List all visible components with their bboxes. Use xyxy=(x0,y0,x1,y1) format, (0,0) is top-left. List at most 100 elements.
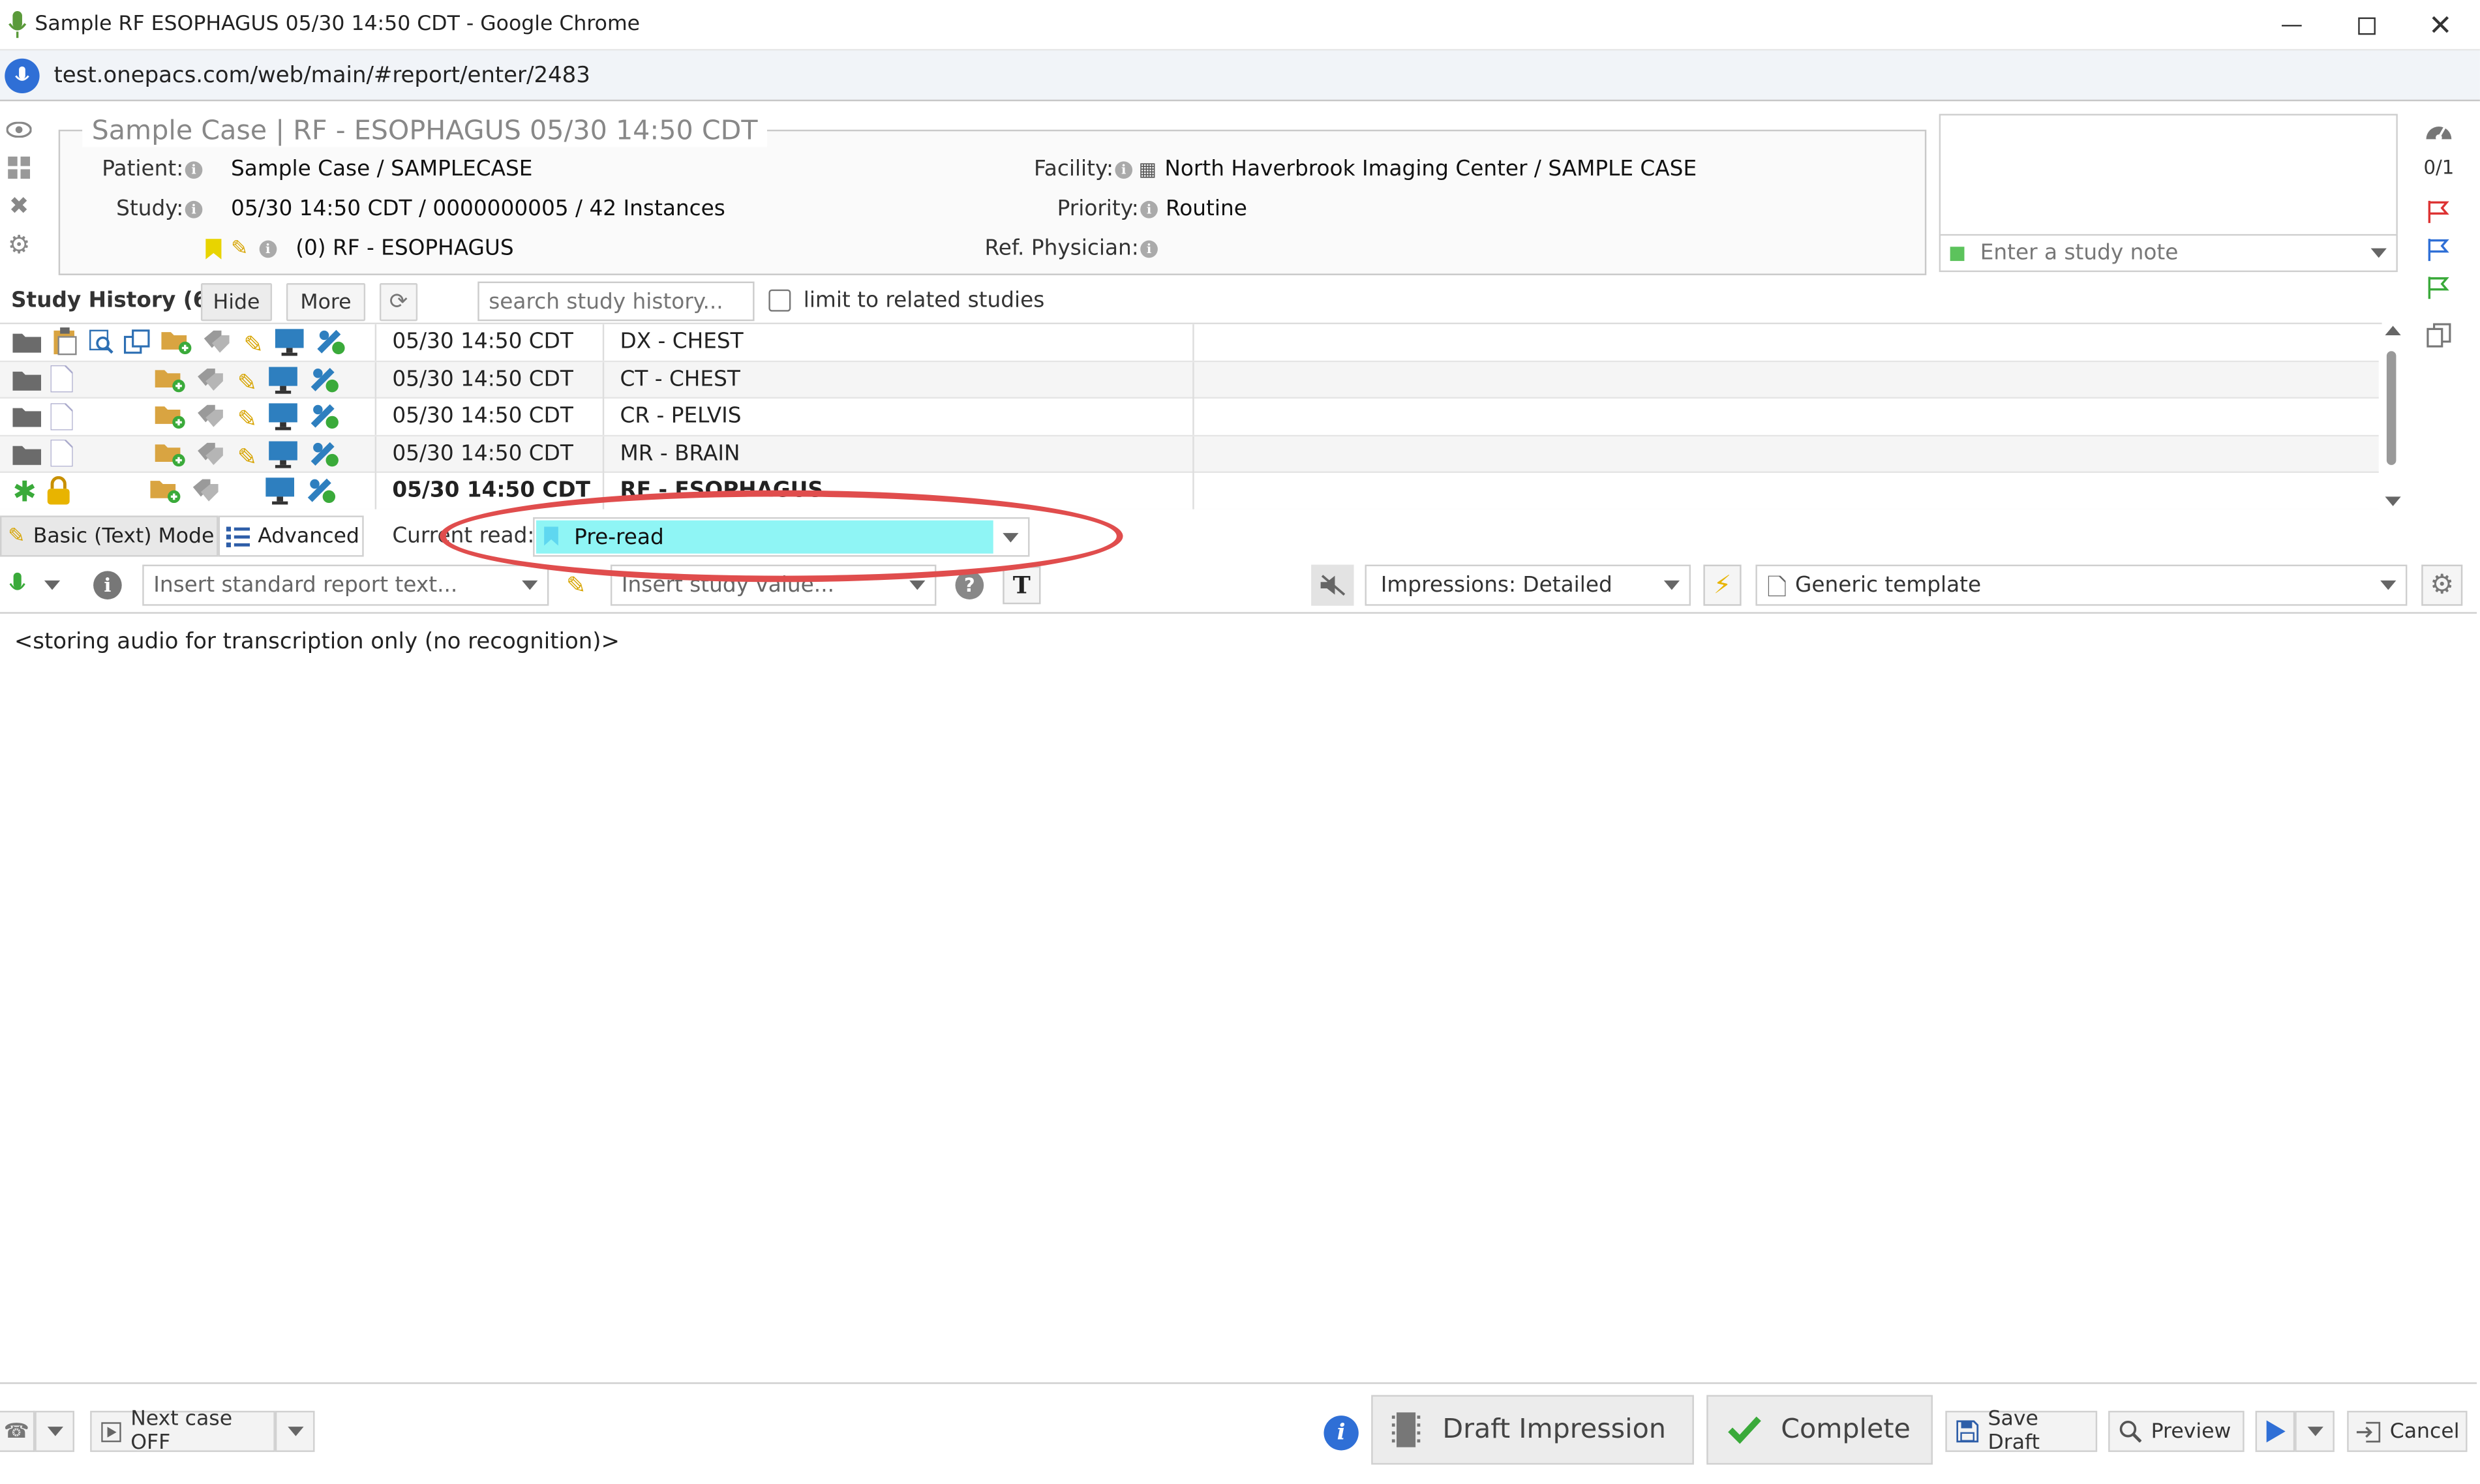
monitor-icon[interactable] xyxy=(267,402,298,436)
monitor-icon[interactable] xyxy=(267,365,298,399)
close-icon[interactable]: ✖ xyxy=(0,187,38,224)
report-search-icon[interactable] xyxy=(89,329,114,360)
report-editor[interactable]: <storing audio for transcription only (n… xyxy=(0,612,2477,1384)
url-text[interactable]: test.onepacs.com/web/main/#report/enter/… xyxy=(53,63,590,89)
study-note-input[interactable]: Enter a study note xyxy=(1939,234,2398,273)
mic-icon[interactable] xyxy=(9,572,25,604)
tag-icon[interactable] xyxy=(192,477,255,509)
add-folder-icon[interactable] xyxy=(161,329,192,360)
lock-icon[interactable] xyxy=(46,476,141,509)
more-button[interactable]: More xyxy=(286,283,366,322)
asterisk-icon[interactable]: ✱ xyxy=(12,478,37,507)
folder-icon[interactable] xyxy=(12,442,42,471)
folder-icon[interactable] xyxy=(12,405,42,434)
preview-button[interactable]: Preview xyxy=(2108,1410,2245,1452)
monitor-icon[interactable] xyxy=(267,439,298,474)
info-circle-icon[interactable]: i xyxy=(1323,1416,1359,1451)
pencil-icon[interactable]: ✎ xyxy=(566,571,586,599)
share-icon[interactable] xyxy=(314,327,345,362)
document-icon[interactable] xyxy=(50,401,145,436)
limit-checkbox[interactable] xyxy=(768,289,791,312)
minimize-button[interactable]: — xyxy=(2256,7,2329,44)
share-icon[interactable] xyxy=(308,402,339,436)
pencil-icon[interactable]: ✎ xyxy=(237,442,257,471)
table-row[interactable]: ✎ 05/30 14:50 CDT MR - BRAIN xyxy=(0,436,2379,473)
add-folder-icon[interactable] xyxy=(155,440,187,472)
pencil-icon[interactable]: ✎ xyxy=(237,405,257,434)
phone-icon[interactable]: ☎ xyxy=(0,1410,35,1452)
scroll-up-icon[interactable] xyxy=(2385,326,2401,336)
pencil-icon[interactable]: ✎ xyxy=(237,368,257,397)
limit-related-option[interactable]: limit to related studies xyxy=(768,288,1044,313)
phone-dropdown-icon[interactable] xyxy=(35,1410,74,1452)
share-icon[interactable] xyxy=(308,439,339,474)
clipboard-icon[interactable] xyxy=(51,327,80,362)
basic-mode-tab[interactable]: ✎ Basic (Text) Mode xyxy=(0,515,219,557)
draft-impression-button[interactable]: Draft Impression xyxy=(1371,1395,1694,1465)
maximize-button[interactable] xyxy=(2330,7,2403,44)
history-search-input[interactable] xyxy=(477,281,755,322)
next-case-dropdown-icon[interactable] xyxy=(275,1410,315,1452)
cancel-button[interactable]: Cancel xyxy=(2347,1410,2468,1452)
info-icon[interactable]: i xyxy=(93,571,122,599)
gear-icon[interactable]: ⚙ xyxy=(0,224,38,262)
tag-icon[interactable] xyxy=(196,403,228,434)
chevron-down-icon[interactable] xyxy=(909,580,926,590)
mic-indicator-icon[interactable] xyxy=(5,58,40,94)
close-window-button[interactable]: ✕ xyxy=(2404,7,2477,44)
document-icon[interactable] xyxy=(50,438,145,473)
pencil-icon[interactable]: ✎ xyxy=(231,236,248,260)
table-row[interactable]: ✎ 05/30 14:50 CDT DX - CHEST xyxy=(0,324,2379,362)
mute-speaker-icon[interactable] xyxy=(1311,564,1354,606)
copy-icon[interactable] xyxy=(2417,316,2461,354)
complete-button[interactable]: Complete xyxy=(1706,1395,1933,1465)
folder-icon[interactable] xyxy=(12,331,42,359)
document-icon[interactable] xyxy=(50,364,145,399)
tag-icon[interactable] xyxy=(202,329,234,360)
play-dropdown-icon[interactable] xyxy=(2295,1410,2335,1452)
red-flag-icon[interactable] xyxy=(2417,193,2461,231)
table-row[interactable]: ✎ 05/30 14:50 CDT CR - PELVIS xyxy=(0,399,2379,436)
dashboard-icon[interactable] xyxy=(2417,111,2461,149)
chevron-down-icon[interactable] xyxy=(2370,248,2387,258)
scroll-down-icon[interactable] xyxy=(2385,496,2401,506)
copy-study-icon[interactable] xyxy=(123,329,152,360)
refresh-icon[interactable]: ⟳ xyxy=(379,283,418,322)
editor-text[interactable]: <storing audio for transcription only (n… xyxy=(14,629,620,655)
next-case-button[interactable]: Next case OFF xyxy=(90,1408,275,1455)
template-select[interactable]: Generic template xyxy=(1755,564,2408,606)
lightning-icon[interactable]: ⚡ xyxy=(1703,564,1742,606)
monitor-icon[interactable] xyxy=(273,327,304,362)
history-scrollbar[interactable] xyxy=(2382,323,2404,513)
chevron-down-icon[interactable] xyxy=(2380,580,2397,590)
save-draft-button[interactable]: Save Draft xyxy=(1945,1408,2098,1455)
folder-icon[interactable] xyxy=(12,368,42,397)
table-row-current[interactable]: ✱ 05/30 14:50 CDT RF - ESOPHAGUS xyxy=(0,472,2379,509)
tag-icon[interactable] xyxy=(196,366,228,397)
add-folder-icon[interactable] xyxy=(155,366,187,397)
monitor-icon[interactable] xyxy=(264,476,295,509)
add-folder-icon[interactable] xyxy=(150,477,182,509)
mic-dropdown-icon[interactable] xyxy=(44,580,61,590)
pencil-icon[interactable]: ✎ xyxy=(243,331,263,359)
eye-icon[interactable] xyxy=(0,111,38,149)
table-row[interactable]: ✎ 05/30 14:50 CDT CT - CHEST xyxy=(0,361,2379,399)
bookmark-icon[interactable] xyxy=(205,237,222,259)
advanced-mode-tab[interactable]: Advanced xyxy=(218,515,364,557)
blue-flag-icon[interactable] xyxy=(2417,231,2461,269)
tag-icon[interactable] xyxy=(196,440,228,472)
impressions-select[interactable]: Impressions: Detailed xyxy=(1365,564,1691,606)
share-icon[interactable] xyxy=(308,365,339,399)
insert-report-text-select[interactable]: Insert standard report text... xyxy=(142,564,549,606)
add-folder-icon[interactable] xyxy=(155,403,187,434)
scroll-thumb[interactable] xyxy=(2386,351,2397,465)
chevron-down-icon[interactable] xyxy=(522,580,538,590)
grid-icon[interactable] xyxy=(0,149,38,187)
green-flag-icon[interactable] xyxy=(2417,269,2461,307)
share-icon[interactable] xyxy=(305,476,337,509)
settings-gear-icon[interactable]: ⚙ xyxy=(2421,564,2463,606)
hide-button[interactable]: Hide xyxy=(200,283,273,322)
chevron-down-icon[interactable] xyxy=(1663,580,1680,590)
play-icon[interactable] xyxy=(2255,1410,2295,1452)
text-format-icon[interactable]: T xyxy=(1003,566,1041,605)
